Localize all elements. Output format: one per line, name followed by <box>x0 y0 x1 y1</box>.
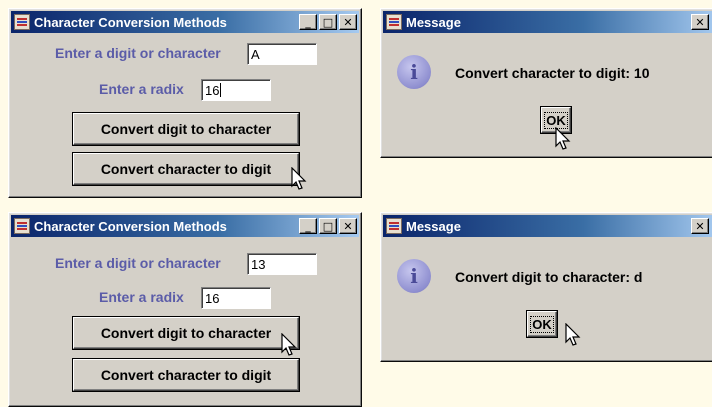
char-input[interactable]: 13 <box>247 253 317 275</box>
title-bar[interactable]: Character Conversion Methods _ □ ✕ <box>11 11 359 33</box>
radix-input[interactable]: 16 <box>201 79 271 101</box>
close-icon[interactable]: ✕ <box>691 218 709 234</box>
dialog-title: Message <box>406 218 461 234</box>
app-icon <box>14 14 30 30</box>
close-icon[interactable]: ✕ <box>691 14 709 30</box>
convert-digit-to-character-button[interactable]: Convert digit to character <box>73 113 299 145</box>
mouse-cursor-icon <box>565 323 581 346</box>
char-label: Enter a digit or character <box>55 255 221 271</box>
radix-label: Enter a radix <box>99 81 184 97</box>
minimize-icon[interactable]: _ <box>299 218 317 234</box>
conversion-window-bottom: Character Conversion Methods _ □ ✕ Enter… <box>8 212 362 407</box>
maximize-icon[interactable]: □ <box>319 14 337 30</box>
title-bar[interactable]: Message ✕ <box>383 11 712 33</box>
mouse-cursor-icon <box>291 167 307 190</box>
maximize-icon[interactable]: □ <box>319 218 337 234</box>
char-input[interactable]: A <box>247 43 317 65</box>
text-caret <box>220 83 222 97</box>
conversion-window-top: Character Conversion Methods _ □ ✕ Enter… <box>8 8 362 198</box>
mouse-cursor-icon <box>555 127 571 150</box>
convert-digit-to-character-button[interactable]: Convert digit to character <box>73 317 299 349</box>
dialog-title: Message <box>406 14 461 30</box>
message-dialog-top: Message ✕ i Convert character to digit: … <box>380 8 712 158</box>
close-icon[interactable]: ✕ <box>339 14 357 30</box>
mouse-cursor-icon <box>281 333 297 356</box>
message-text: Convert character to digit: 10 <box>455 65 650 81</box>
minimize-icon[interactable]: _ <box>299 14 317 30</box>
app-icon <box>386 218 402 234</box>
close-icon[interactable]: ✕ <box>339 218 357 234</box>
window-title: Character Conversion Methods <box>34 14 227 30</box>
radix-label: Enter a radix <box>99 289 184 305</box>
app-icon <box>386 14 402 30</box>
information-icon: i <box>397 55 431 89</box>
window-title: Character Conversion Methods <box>34 218 227 234</box>
char-label: Enter a digit or character <box>55 45 221 61</box>
radix-input[interactable]: 16 <box>201 287 271 309</box>
app-icon <box>14 218 30 234</box>
convert-character-to-digit-button[interactable]: Convert character to digit <box>73 359 299 391</box>
message-text: Convert digit to character: d <box>455 269 643 285</box>
title-bar[interactable]: Character Conversion Methods _ □ ✕ <box>11 215 359 237</box>
title-bar[interactable]: Message ✕ <box>383 215 712 237</box>
convert-character-to-digit-button[interactable]: Convert character to digit <box>73 153 299 185</box>
information-icon: i <box>397 259 431 293</box>
ok-button[interactable]: OK <box>527 311 557 337</box>
message-dialog-bottom: Message ✕ i Convert digit to character: … <box>380 212 712 362</box>
